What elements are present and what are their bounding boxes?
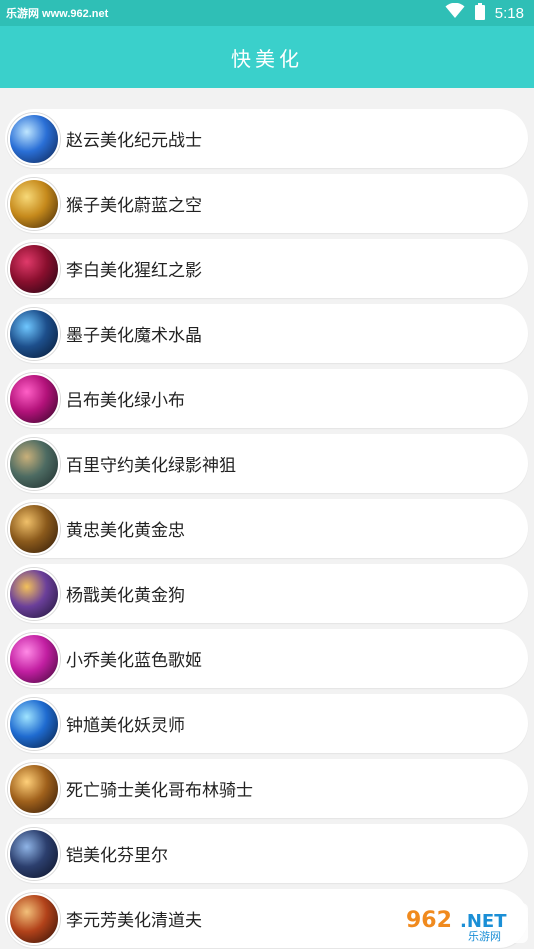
- skin-item-label: 铠美化芬里尔: [66, 846, 168, 866]
- skin-list: 赵云美化纪元战士 猴子美化蔚蓝之空 李白美化猩红之影 墨子美化魔术水晶 吕布美化绿小布百…: [0, 88, 534, 948]
- skin-list-item[interactable]: 铠美化芬里尔: [5, 824, 528, 883]
- app-header: 快美化: [0, 26, 534, 88]
- hero-avatar-icon: [8, 632, 60, 685]
- hero-avatar-icon: [8, 437, 60, 490]
- skin-item-label: 猴子美化蔚蓝之空: [66, 196, 202, 216]
- skin-item-label: 钟馗美化妖灵师: [66, 716, 185, 736]
- wifi-icon: [445, 2, 465, 23]
- skin-item-label: 李白美化猩红之影: [66, 261, 202, 281]
- status-icons: 5:18: [445, 2, 524, 24]
- skin-item-label: 赵云美化纪元战士: [66, 131, 202, 151]
- skin-item-label: 李元芳美化清道夫: [66, 911, 202, 931]
- skin-item-label: 百里守约美化绿影神狙: [66, 456, 236, 476]
- skin-item-label: 杨戬美化黄金狗: [66, 586, 185, 606]
- skin-item-label: 吕布美化绿小布: [66, 391, 185, 411]
- battery-icon: [474, 2, 485, 24]
- hero-avatar-icon: [8, 762, 60, 815]
- hero-avatar-icon: [8, 242, 60, 295]
- skin-item-label: 黄忠美化黄金忠: [66, 521, 185, 541]
- skin-list-item[interactable]: 吕布美化绿小布: [5, 369, 528, 428]
- hero-avatar-icon: [8, 827, 60, 880]
- hero-avatar-icon: [8, 177, 60, 230]
- skin-list-item[interactable]: 李元芳美化清道夫: [5, 889, 528, 948]
- skin-list-item[interactable]: 小乔美化蓝色歌姬: [5, 629, 528, 688]
- skin-item-label: 墨子美化魔术水晶: [66, 326, 202, 346]
- hero-avatar-icon: [8, 567, 60, 620]
- skin-item-label: 小乔美化蓝色歌姬: [66, 651, 202, 671]
- skin-item-label: 死亡骑士美化哥布林骑士: [66, 781, 253, 801]
- skin-list-item[interactable]: 百里守约美化绿影神狙: [5, 434, 528, 493]
- skin-list-item[interactable]: 钟馗美化妖灵师: [5, 694, 528, 753]
- skin-list-item[interactable]: 李白美化猩红之影: [5, 239, 528, 298]
- watermark-text: 乐游网 www.962.net: [6, 8, 109, 20]
- skin-list-item[interactable]: 杨戬美化黄金狗: [5, 564, 528, 623]
- page-title: 快美化: [231, 46, 303, 71]
- hero-avatar-icon: [8, 697, 60, 750]
- skin-list-item[interactable]: 黄忠美化黄金忠: [5, 499, 528, 558]
- hero-avatar-icon: [8, 307, 60, 360]
- skin-list-item[interactable]: 赵云美化纪元战士: [5, 109, 528, 168]
- status-bar: 乐游网 www.962.net 5:18: [0, 0, 534, 26]
- skin-list-item[interactable]: 死亡骑士美化哥布林骑士: [5, 759, 528, 818]
- skin-list-item[interactable]: 墨子美化魔术水晶: [5, 304, 528, 363]
- hero-avatar-icon: [8, 502, 60, 555]
- hero-avatar-icon: [8, 892, 60, 945]
- hero-avatar-icon: [8, 372, 60, 425]
- clock: 5:18: [494, 4, 524, 22]
- skin-list-item[interactable]: 猴子美化蔚蓝之空: [5, 174, 528, 233]
- hero-avatar-icon: [8, 112, 60, 165]
